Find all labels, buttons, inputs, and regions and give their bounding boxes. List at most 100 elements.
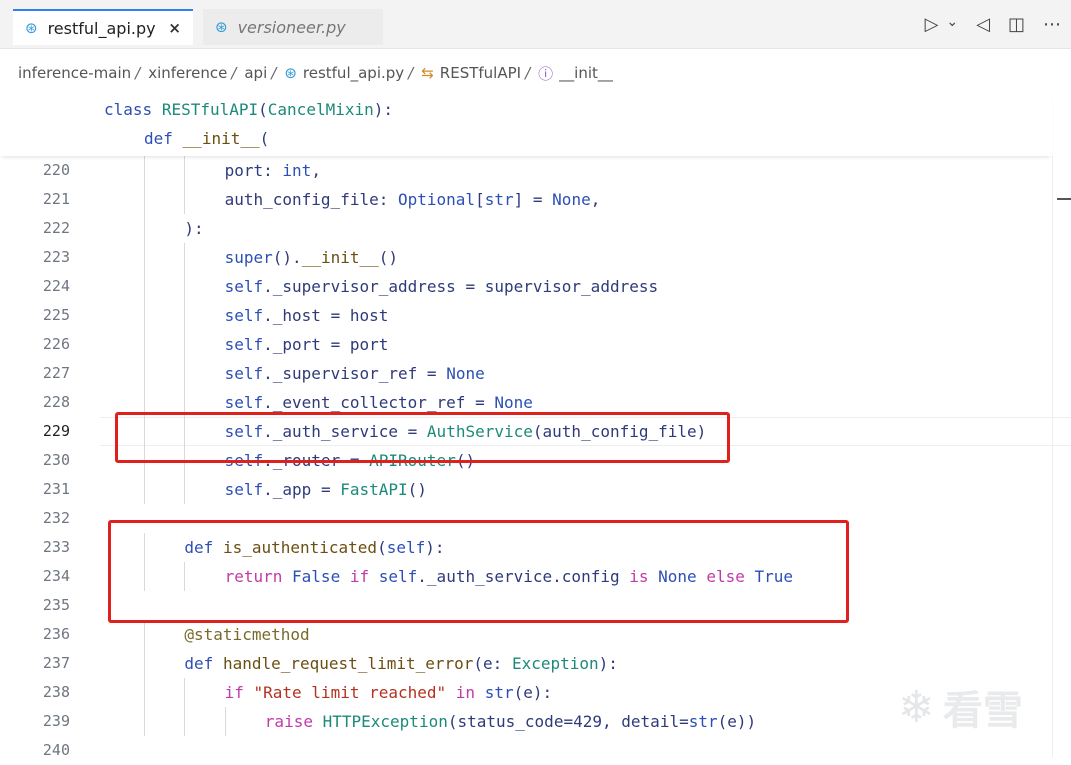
- python-file-icon: ⊛: [215, 18, 228, 36]
- code-text: def __init__(: [144, 129, 270, 148]
- code-line[interactable]: 222):: [0, 214, 1071, 243]
- line-number: 233: [42, 538, 70, 556]
- tab-label: versioneer.py: [237, 17, 346, 37]
- code-line[interactable]: 226 self._port = port: [0, 330, 1071, 359]
- code-text: self._supervisor_ref = None: [224, 364, 485, 383]
- python-file-icon: ⊛: [25, 19, 38, 37]
- indent-guide: [144, 214, 146, 243]
- line-number: 222: [42, 219, 70, 237]
- code-line[interactable]: 221 auth_config_file: Optional[str] = Non…: [0, 185, 1071, 214]
- indent-guide: [184, 301, 186, 330]
- chevron-down-icon[interactable]: ⌄: [946, 14, 958, 35]
- indent-guide: [144, 156, 146, 185]
- line-number: 236: [42, 625, 70, 643]
- indent-guide: [184, 156, 186, 185]
- code-text: port: int,: [224, 161, 321, 180]
- indent-guide: [144, 475, 146, 504]
- breadcrumb-separator: /: [135, 64, 141, 82]
- sticky-scroll: class RESTfulAPI(CancelMixin): def __ini…: [0, 94, 1052, 156]
- code-line[interactable]: 240: [0, 736, 1071, 765]
- code-line[interactable]: 220 port: int,: [0, 156, 1071, 185]
- indent-guide: [144, 185, 146, 214]
- tab-restful-api[interactable]: ⊛ restful_api.py ×: [13, 9, 193, 45]
- indent-guide: [184, 707, 186, 736]
- line-number: 226: [42, 335, 70, 353]
- indent-guide: [144, 243, 146, 272]
- class-icon: ⇆: [421, 64, 434, 82]
- line-number: 227: [42, 364, 70, 382]
- code-line[interactable]: 231 self._app = FastAPI(): [0, 475, 1071, 504]
- breadcrumb-item[interactable]: RESTfulAPI: [440, 64, 521, 82]
- breadcrumb-item[interactable]: __init__: [559, 64, 613, 82]
- code-text: self._port = port: [224, 335, 389, 354]
- breadcrumb-item[interactable]: restful_api.py: [303, 64, 404, 82]
- code-line[interactable]: 223 super().__init__(): [0, 243, 1071, 272]
- line-number: 223: [42, 248, 70, 266]
- line-number: 224: [42, 277, 70, 295]
- code-text: if "Rate limit reached" in str(e):: [224, 683, 553, 702]
- tab-label: restful_api.py: [47, 18, 156, 38]
- more-actions-icon[interactable]: ⋯: [1043, 14, 1061, 35]
- code-line[interactable]: 224 self._supervisor_address = supervisor…: [0, 272, 1071, 301]
- breadcrumb-separator: /: [231, 64, 237, 82]
- breadcrumb-separator: /: [408, 64, 414, 82]
- close-icon[interactable]: ×: [168, 19, 181, 37]
- highlight-box: [108, 520, 849, 623]
- scroll-indicator: [1057, 198, 1071, 200]
- highlight-box: [115, 412, 730, 463]
- indent-guide: [144, 301, 146, 330]
- line-number: 225: [42, 306, 70, 324]
- indent-guide: [144, 359, 146, 388]
- code-text: self._event_collector_ref = None: [224, 393, 533, 412]
- code-text: ):: [184, 219, 204, 238]
- broadcast-icon[interactable]: ◁: [976, 14, 990, 35]
- line-number: 230: [42, 451, 70, 469]
- breadcrumb-item[interactable]: inference-main: [18, 64, 131, 82]
- code-text: auth_config_file: Optional[str] = None,: [224, 190, 601, 209]
- indent-guide: [184, 359, 186, 388]
- code-line[interactable]: 227 self._supervisor_ref = None: [0, 359, 1071, 388]
- breadcrumb-separator: /: [525, 64, 531, 82]
- snowflake-logo-icon: ❄: [898, 681, 935, 733]
- breadcrumb-separator: /: [271, 64, 277, 82]
- line-number: 237: [42, 654, 70, 672]
- breadcrumb-item[interactable]: api: [244, 64, 267, 82]
- code-line[interactable]: 236 @staticmethod: [0, 620, 1071, 649]
- code-text: raise HTTPException(status_code=429, det…: [264, 712, 757, 731]
- line-number: 232: [42, 509, 70, 527]
- indent-guide: [184, 330, 186, 359]
- tab-versioneer[interactable]: ⊛ versioneer.py: [203, 9, 383, 45]
- split-editor-icon[interactable]: ◫: [1008, 14, 1025, 35]
- indent-guide: [144, 707, 146, 736]
- indent-guide: [184, 678, 186, 707]
- line-number: 229: [42, 422, 70, 440]
- python-file-icon: ⊛: [284, 64, 297, 82]
- sticky-def-line[interactable]: def __init__(: [144, 129, 269, 148]
- editor-actions: ▷ ⌄ ◁ ◫ ⋯: [925, 14, 1061, 35]
- sticky-class-line[interactable]: class RESTfulAPI(CancelMixin):: [104, 100, 393, 119]
- line-number: 221: [42, 190, 70, 208]
- code-text: self._app = FastAPI(): [224, 480, 427, 499]
- indent-guide: [184, 272, 186, 301]
- code-text: super().__init__(): [224, 248, 399, 267]
- line-number: 220: [42, 161, 70, 179]
- scrollbar[interactable]: [1052, 156, 1053, 757]
- indent-guide: [144, 330, 146, 359]
- code-line[interactable]: 225 self._host = host: [0, 301, 1071, 330]
- code-text: class RESTfulAPI(CancelMixin):: [104, 100, 394, 119]
- line-number: 235: [42, 596, 70, 614]
- indent-guide: [184, 185, 186, 214]
- play-icon[interactable]: ▷: [925, 14, 939, 35]
- breadcrumb-item[interactable]: xinference: [148, 64, 227, 82]
- tab-bar: ⊛ restful_api.py × ⊛ versioneer.py ▷ ⌄ ◁…: [0, 0, 1071, 49]
- breadcrumb: inference-main / xinference / api / ⊛ re…: [0, 58, 1071, 88]
- watermark-text: 看雪: [942, 688, 1023, 734]
- code-text: @staticmethod: [184, 625, 310, 644]
- indent-guide: [144, 272, 146, 301]
- watermark: ❄ 看雪: [898, 678, 1023, 736]
- code-text: self._supervisor_address = supervisor_ad…: [224, 277, 659, 296]
- line-number: 228: [42, 393, 70, 411]
- line-number: 239: [42, 712, 70, 730]
- code-line[interactable]: 237 def handle_request_limit_error(e: Exc…: [0, 649, 1071, 678]
- indent-guide: [184, 243, 186, 272]
